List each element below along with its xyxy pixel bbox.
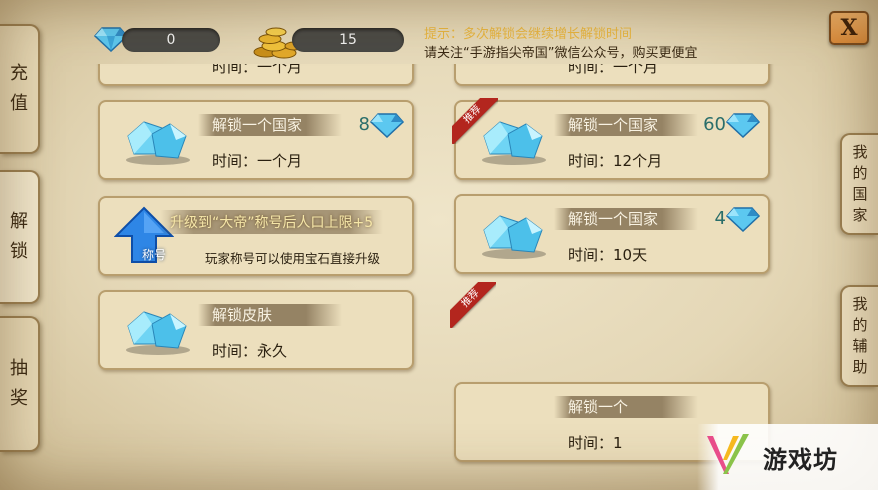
card-time: 时间：一个月 bbox=[212, 152, 303, 170]
tab-lottery-char: 奖 bbox=[10, 388, 28, 409]
card-time: 时间：1 bbox=[568, 434, 623, 452]
hint-line-1: 提示：多次解锁会继续增长解锁时间 bbox=[424, 27, 633, 42]
recommend-ribbon: 推荐 bbox=[450, 282, 496, 328]
tab-my-helper-char: 辅 bbox=[852, 337, 868, 355]
tab-unlock-char: 解 bbox=[10, 211, 28, 232]
card-time: 时间：一个月 bbox=[212, 64, 303, 76]
ribbon-label: 推荐 bbox=[450, 282, 496, 328]
gem-pile-icon bbox=[478, 208, 550, 264]
close-button[interactable]: X bbox=[829, 11, 869, 45]
tab-my-country-char: 我 bbox=[852, 143, 868, 161]
tab-unlock[interactable]: 解 锁 bbox=[0, 170, 40, 304]
gem-pile-icon bbox=[122, 304, 194, 360]
card-title: 解锁一个国家 bbox=[198, 114, 342, 136]
card-title: 解锁皮肤 bbox=[198, 304, 342, 326]
diamond-icon bbox=[725, 112, 761, 142]
unlock-country-1month-card[interactable]: 解锁一个国家 8 时间：一个月 bbox=[98, 100, 414, 180]
title-upgrade-card[interactable]: 称号 升级到“大帝”称号后人口上限+5 玩家称号可以使用宝石直接升级 bbox=[98, 196, 414, 276]
partial-card-right[interactable]: 时间：一个月 bbox=[454, 64, 770, 86]
upgrade-title: 升级到“大帝”称号后人口上限+5 bbox=[160, 210, 384, 234]
unlock-skin-card[interactable]: 解锁皮肤 时间：永久 bbox=[98, 290, 414, 370]
card-price: 60 bbox=[703, 114, 726, 135]
watermark-text: 游戏坊 bbox=[763, 445, 838, 474]
tab-lottery-char: 抽 bbox=[10, 358, 28, 379]
watermark: 游戏坊 bbox=[697, 424, 878, 490]
tab-my-helper-char: 我 bbox=[852, 295, 868, 313]
tab-my-country-char: 的 bbox=[852, 164, 868, 182]
tab-my-country[interactable]: 我 的 国 家 bbox=[840, 133, 878, 235]
tab-recharge-char: 充 bbox=[10, 63, 28, 84]
upgrade-description: 玩家称号可以使用宝石直接升级 bbox=[205, 251, 381, 266]
title-icon-label: 称号 bbox=[142, 248, 167, 262]
card-title: 解锁一个国家 bbox=[554, 114, 698, 136]
card-time: 时间：永久 bbox=[212, 342, 288, 360]
diamond-icon bbox=[369, 112, 405, 142]
card-price: 4 bbox=[714, 208, 726, 229]
unlock-country-12month-card[interactable]: 推荐 解锁一个国家 60 时间：12个月 bbox=[452, 98, 770, 180]
coin-count: 15 bbox=[292, 28, 404, 52]
tab-my-country-char: 家 bbox=[852, 206, 868, 224]
tab-my-helper[interactable]: 我 的 辅 助 bbox=[840, 285, 878, 387]
partial-card-left[interactable]: 时间：一个月 bbox=[98, 64, 414, 86]
watermark-logo-icon bbox=[703, 430, 753, 484]
card-price: 8 bbox=[358, 114, 370, 135]
recommend-slot: 推荐 bbox=[450, 282, 514, 346]
card-time: 时间：12个月 bbox=[568, 152, 663, 170]
tab-my-country-char: 国 bbox=[852, 185, 868, 203]
card-title: 解锁一个 bbox=[554, 396, 698, 418]
diamond-icon bbox=[725, 206, 761, 236]
tab-recharge[interactable]: 充 值 bbox=[0, 24, 40, 154]
tab-unlock-char: 锁 bbox=[10, 241, 28, 262]
gem-pile-icon bbox=[122, 114, 194, 170]
gem-count: 0 bbox=[122, 28, 220, 52]
unlock-country-10day-card[interactable]: 解锁一个国家 4 时间：10天 bbox=[454, 194, 770, 274]
ribbon-label: 推荐 bbox=[452, 98, 498, 144]
hint-line-2: 请关注“手游指尖帝国”微信公众号，购买更便宜 bbox=[424, 46, 698, 61]
card-time: 时间：10天 bbox=[568, 246, 648, 264]
tab-recharge-char: 值 bbox=[10, 93, 28, 114]
card-time: 时间：一个月 bbox=[568, 64, 659, 76]
tab-lottery[interactable]: 抽 奖 bbox=[0, 316, 40, 452]
tab-my-helper-char: 的 bbox=[852, 316, 868, 334]
recommend-ribbon: 推荐 bbox=[452, 98, 498, 144]
card-title: 解锁一个国家 bbox=[554, 208, 698, 230]
tab-my-helper-char: 助 bbox=[852, 358, 868, 376]
